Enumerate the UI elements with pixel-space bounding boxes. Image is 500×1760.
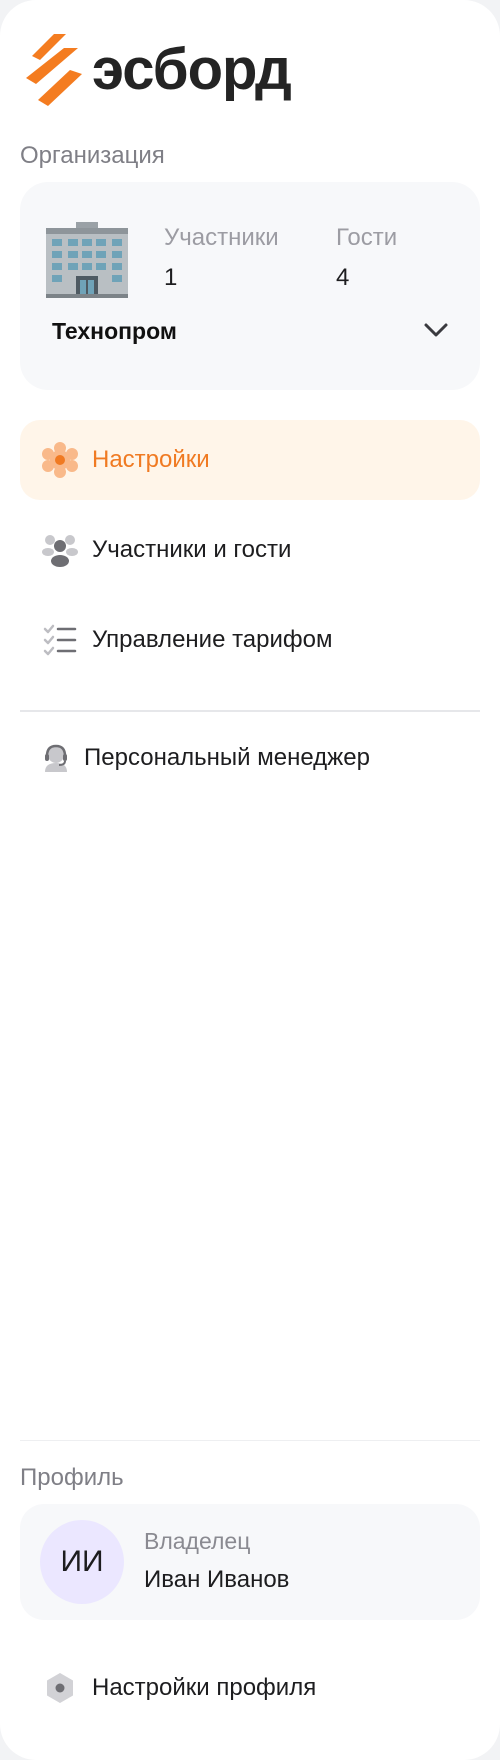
chevron-down-icon[interactable]: [420, 314, 452, 346]
participants-count: 1: [164, 264, 178, 291]
organization-name: Технопром: [52, 318, 177, 344]
user-name: Иван Иванов: [144, 1566, 290, 1593]
nav-item-personal-manager[interactable]: Персональный менеджер: [20, 718, 480, 798]
nav-item-profile-settings[interactable]: Настройки профиля: [20, 1648, 480, 1728]
guests-label: Гости: [336, 224, 398, 251]
checklist-icon: [40, 620, 80, 660]
logo-mark-icon: [26, 34, 82, 106]
nav-item-label: Управление тарифом: [92, 626, 333, 653]
organization-section-label: Организация: [20, 142, 165, 169]
building-icon: [46, 222, 128, 298]
sidebar-panel: эсборд Организация Участники 1 Гости 4 Т…: [0, 0, 500, 1760]
nav-item-label: Настройки: [92, 446, 210, 473]
brand-name: эсборд: [92, 37, 292, 102]
nav-item-label: Участники и гости: [92, 536, 292, 563]
user-role: Владелец: [144, 1528, 251, 1554]
nav-item-participants[interactable]: Участники и гости: [20, 510, 480, 590]
brand-logo[interactable]: эсборд: [24, 34, 292, 106]
nav-item-label: Персональный менеджер: [84, 744, 370, 771]
organization-card[interactable]: Участники 1 Гости 4 Технопром: [20, 182, 480, 390]
hexagon-icon: [40, 1668, 80, 1708]
avatar: ИИ: [40, 1520, 124, 1604]
gear-icon: [40, 440, 80, 480]
nav-item-settings[interactable]: Настройки: [20, 420, 480, 500]
nav-item-label: Настройки профиля: [92, 1674, 317, 1701]
guests-count: 4: [336, 264, 350, 291]
headset-icon: [36, 738, 76, 778]
profile-divider: [20, 1440, 480, 1441]
participants-stat: Участники 1: [164, 224, 279, 292]
profile-section-label: Профиль: [20, 1464, 124, 1491]
people-icon: [40, 530, 80, 570]
profile-card[interactable]: ИИ Владелец Иван Иванов: [20, 1504, 480, 1620]
nav-divider: [20, 710, 480, 712]
participants-label: Участники: [164, 224, 279, 251]
nav-item-tariff[interactable]: Управление тарифом: [20, 600, 480, 680]
guests-stat: Гости 4: [336, 224, 397, 292]
